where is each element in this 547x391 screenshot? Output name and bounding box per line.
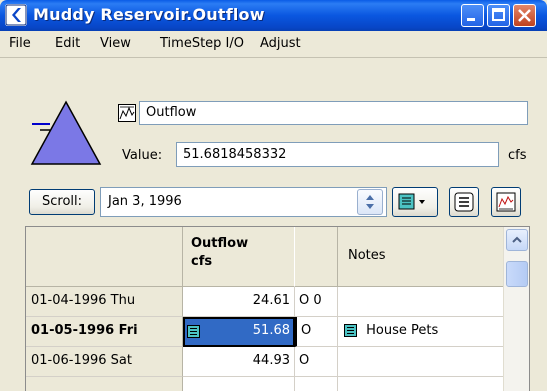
close-button[interactable] <box>513 4 536 27</box>
note-cell[interactable] <box>338 347 503 377</box>
outflow-value-cell[interactable]: 44.93 <box>183 347 295 377</box>
minimize-button[interactable] <box>461 4 484 27</box>
menu-file[interactable]: File <box>9 36 31 51</box>
table-row-selected[interactable]: 01-05-1996 Fri 51.68 O House Pets <box>26 317 503 347</box>
maximize-button[interactable] <box>487 4 510 27</box>
row-date: 01-04-1996 Thu <box>26 287 183 317</box>
row-header-corner <box>26 227 183 287</box>
date-field[interactable]: Jan 3, 1996 <box>100 187 387 217</box>
reservoir-icon <box>30 100 102 170</box>
menu-edit[interactable]: Edit <box>55 36 80 51</box>
table-row[interactable]: 01-04-1996 Thu 24.61 O 0 <box>26 287 503 317</box>
plot-button[interactable] <box>491 187 521 217</box>
outflow-value-cell[interactable]: 24.61 <box>183 287 295 317</box>
flag-cell[interactable]: O 0 <box>295 287 338 317</box>
list-button[interactable] <box>449 187 479 217</box>
data-table: Outflow cfs Notes 01-04-1996 Thu 24.61 O… <box>25 226 530 391</box>
note-icon <box>344 324 357 337</box>
spinner-icon <box>366 195 374 209</box>
menu-bar: File Edit View TimeStep I/O Adjust <box>0 31 547 58</box>
slot-name-field[interactable]: Outflow <box>139 101 528 125</box>
title-bar[interactable]: Muddy Reservoir.Outflow <box>0 0 547 31</box>
table-row[interactable] <box>26 377 503 391</box>
close-icon <box>518 9 531 22</box>
column-header-notes[interactable]: Notes <box>338 227 503 287</box>
note-cell[interactable]: House Pets <box>338 317 503 347</box>
menu-timestep-io[interactable]: TimeStep I/O <box>160 36 244 51</box>
chevron-up-icon <box>512 236 522 243</box>
menu-adjust[interactable]: Adjust <box>260 36 301 51</box>
maximize-icon <box>492 8 505 21</box>
minimize-icon <box>467 18 475 21</box>
column-header-notes-label: Notes <box>348 248 386 263</box>
flag-cell[interactable]: O <box>295 347 338 377</box>
plot-icon <box>496 192 516 212</box>
outflow-value-cell[interactable]: 51.68 <box>183 317 295 347</box>
column-header-outflow[interactable]: Outflow cfs <box>183 227 295 287</box>
value-field[interactable]: 51.6818458332 <box>176 142 499 167</box>
column-header-outflow-label: Outflow <box>191 236 249 251</box>
column-header-units-label: cfs <box>191 254 213 269</box>
scroll-up-button[interactable] <box>506 229 528 251</box>
value-label: Value: <box>122 148 163 163</box>
column-header-flag <box>295 227 338 287</box>
note-cell[interactable] <box>338 287 503 317</box>
units-label: cfs <box>508 148 527 163</box>
date-spinner[interactable] <box>357 189 383 215</box>
note-dropdown-icon <box>398 193 425 210</box>
note-dropdown-button[interactable] <box>392 187 438 217</box>
row-date: 01-05-1996 Fri <box>26 317 183 347</box>
scroll-button[interactable]: Scroll: <box>29 189 95 215</box>
menu-view[interactable]: View <box>100 36 131 51</box>
flag-cell[interactable]: O <box>295 317 338 347</box>
table-row[interactable]: 01-06-1996 Sat 44.93 O <box>26 347 503 377</box>
outflow-value: 51.68 <box>252 323 290 338</box>
series-slot-icon <box>118 104 136 122</box>
app-icon <box>5 4 27 26</box>
window-title: Muddy Reservoir.Outflow <box>33 5 265 24</box>
note-text: House Pets <box>366 323 439 338</box>
vertical-scrollbar[interactable] <box>503 227 529 391</box>
note-icon <box>187 325 200 338</box>
row-date: 01-06-1996 Sat <box>26 347 183 377</box>
list-icon <box>454 192 474 212</box>
scrollbar-thumb[interactable] <box>506 261 528 287</box>
